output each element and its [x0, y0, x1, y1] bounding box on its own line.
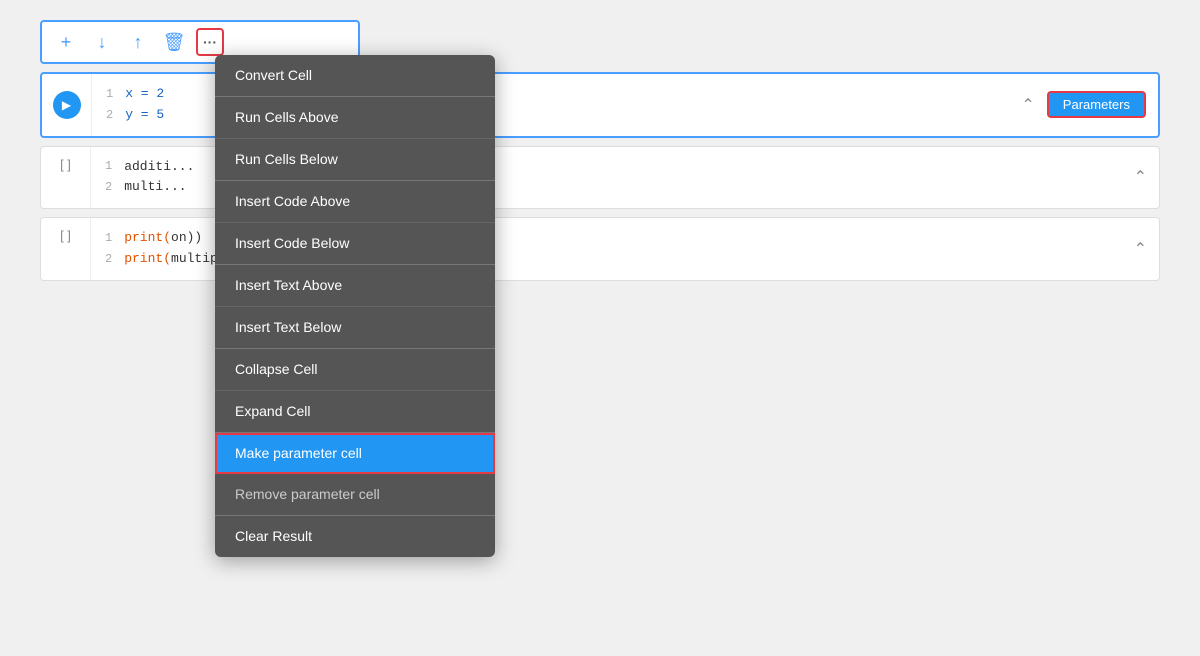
menu-item-run-cells-above[interactable]: Run Cells Above: [215, 97, 495, 139]
chevron-up-icon[interactable]: ⌃: [1021, 95, 1034, 115]
menu-item-run-cells-below[interactable]: Run Cells Below: [215, 139, 495, 181]
menu-item-collapse-cell[interactable]: Collapse Cell: [215, 349, 495, 391]
cell-2-right: ⌃: [1122, 147, 1159, 209]
menu-item-clear-result[interactable]: Clear Result: [215, 516, 495, 557]
cell-2: [ ] 1 additi... 2 multi... ⌃: [40, 146, 1160, 210]
cell-1: ▶ 1 x = 2 2 y = 5 ⌃ Parameters: [40, 72, 1160, 138]
line-number: 1: [105, 157, 112, 176]
line-number: 2: [105, 250, 112, 269]
menu-item-insert-text-above[interactable]: Insert Text Above: [215, 265, 495, 307]
notebook-container: + ↓ ↑ 🗑 ··· ▶ 1 x = 2 2 y = 5 ⌃ Paramete…: [0, 0, 1200, 656]
code-text: x = 2: [125, 84, 164, 105]
cell-1-right: ⌃ Parameters: [1009, 74, 1158, 136]
code-text-suffix: on)): [171, 228, 202, 249]
run-button[interactable]: ▶: [53, 91, 81, 119]
cell-2-bracket: [ ]: [41, 147, 91, 209]
menu-item-make-parameter-cell[interactable]: Make parameter cell: [215, 433, 495, 474]
delete-cell-button[interactable]: 🗑: [160, 28, 188, 56]
add-cell-button[interactable]: +: [52, 28, 80, 56]
chevron-up-icon[interactable]: ⌃: [1134, 167, 1147, 187]
code-text: print(: [124, 228, 171, 249]
cell-3-right: ⌃: [1122, 218, 1159, 280]
cell-3-bracket: [ ]: [41, 218, 91, 280]
move-down-button[interactable]: ↓: [88, 28, 116, 56]
menu-item-insert-text-below[interactable]: Insert Text Below: [215, 307, 495, 349]
chevron-up-icon[interactable]: ⌃: [1134, 239, 1147, 259]
line-number: 1: [106, 85, 113, 104]
parameters-badge: Parameters: [1047, 91, 1146, 118]
menu-item-insert-code-above[interactable]: Insert Code Above: [215, 181, 495, 223]
more-options-button[interactable]: ···: [196, 28, 224, 56]
context-menu: Convert Cell Run Cells Above Run Cells B…: [215, 55, 495, 557]
code-text: print(: [124, 249, 171, 270]
menu-item-remove-parameter-cell[interactable]: Remove parameter cell: [215, 474, 495, 516]
menu-item-convert-cell[interactable]: Convert Cell: [215, 55, 495, 97]
menu-item-insert-code-below[interactable]: Insert Code Below: [215, 223, 495, 265]
cell-run-area: ▶: [42, 74, 92, 136]
line-number: 2: [106, 106, 113, 125]
line-number: 2: [105, 178, 112, 197]
line-number: 1: [105, 229, 112, 248]
move-up-button[interactable]: ↑: [124, 28, 152, 56]
code-text: additi...: [124, 157, 194, 178]
cell-3: [ ] 1 print( on)) 2 print( multiply)) ⌃: [40, 217, 1160, 281]
code-text: multi...: [124, 177, 186, 198]
menu-item-expand-cell[interactable]: Expand Cell: [215, 391, 495, 433]
code-text: y = 5: [125, 105, 164, 126]
